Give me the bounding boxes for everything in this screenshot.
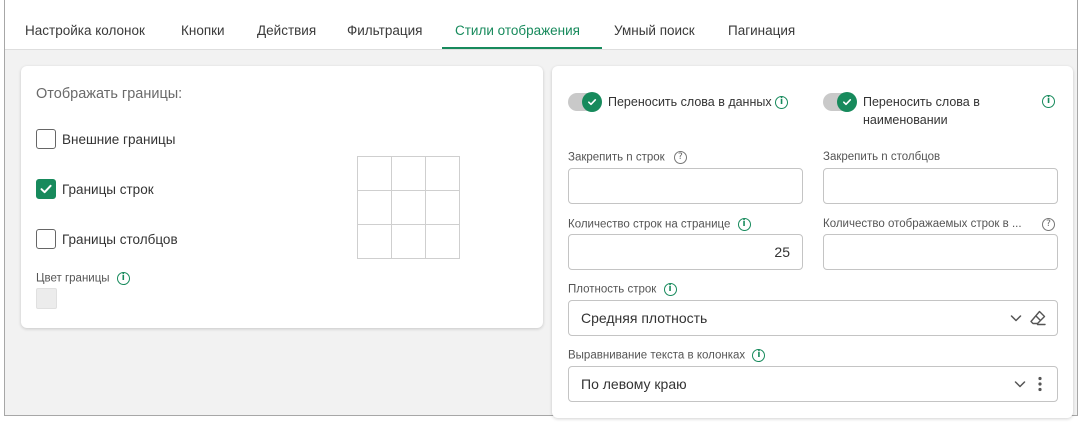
chevron-down-icon[interactable] xyxy=(1013,377,1027,391)
checkbox-label: Границы строк xyxy=(62,181,154,197)
toggle-knob xyxy=(837,92,857,112)
rows-per-page-label: Количество строк на странице i xyxy=(568,218,751,231)
help-icon[interactable]: ? xyxy=(673,151,687,164)
wrap-data-toggle[interactable] xyxy=(568,92,602,112)
active-tab-indicator xyxy=(442,47,602,49)
wrap-headers-toggle[interactable] xyxy=(823,92,857,112)
grid-cell xyxy=(390,224,427,260)
checkbox-label: Внешние границы xyxy=(62,131,176,147)
outer-borders-checkbox[interactable]: Внешние границы xyxy=(36,129,175,149)
checkbox-box-checked[interactable] xyxy=(36,179,56,199)
wrap-data-label: Переносить слова в данных i xyxy=(608,93,789,111)
freeze-cols-input[interactable] xyxy=(823,168,1058,204)
checkbox-box[interactable] xyxy=(36,229,56,249)
freeze-rows-input[interactable] xyxy=(568,168,803,204)
chevron-down-icon[interactable] xyxy=(1009,311,1023,325)
tab-content: Отображать границы: Внешние границы Гран… xyxy=(5,50,1077,418)
select-icons xyxy=(1009,309,1047,327)
settings-window: Настройка колонок Кнопки Действия Фильтр… xyxy=(4,0,1078,418)
grid-cell xyxy=(356,224,392,260)
tab-display-styles[interactable]: Стили отображения xyxy=(455,23,580,38)
info-icon[interactable]: i xyxy=(737,218,751,231)
checkbox-label: Границы столбцов xyxy=(62,231,178,247)
tab-buttons[interactable]: Кнопки xyxy=(181,23,225,38)
info-icon[interactable]: i xyxy=(663,283,677,296)
display-settings-card: Переносить слова в данных i Переносить с… xyxy=(552,66,1073,418)
toggle-knob xyxy=(582,92,602,112)
check-icon xyxy=(843,99,852,106)
visible-rows-label: Количество отображаемых строк в ... xyxy=(823,218,1022,230)
alignment-select[interactable]: По левому краю xyxy=(568,366,1058,402)
check-icon xyxy=(40,184,52,194)
rows-per-page-input[interactable]: 25 xyxy=(568,234,803,270)
tab-actions[interactable]: Действия xyxy=(257,23,316,38)
density-label: Плотность строк i xyxy=(568,283,677,296)
grid-cell xyxy=(425,224,461,260)
grid-cell xyxy=(390,189,427,226)
check-icon xyxy=(588,99,597,106)
tab-column-settings[interactable]: Настройка колонок xyxy=(25,23,145,38)
info-icon[interactable]: i xyxy=(116,272,130,285)
grid-cell xyxy=(356,189,392,226)
tab-pagination[interactable]: Пагинация xyxy=(728,23,795,38)
column-borders-checkbox[interactable]: Границы столбцов xyxy=(36,229,178,249)
select-icons xyxy=(1013,375,1047,393)
borders-card: Отображать границы: Внешние границы Гран… xyxy=(21,66,543,328)
input-value: 25 xyxy=(774,244,790,260)
row-borders-checkbox[interactable]: Границы строк xyxy=(36,179,154,199)
grid-cell xyxy=(425,155,461,191)
eraser-icon[interactable] xyxy=(1029,309,1047,327)
alignment-label: Выравнивание текста в колонках i xyxy=(568,349,766,362)
borders-title: Отображать границы: xyxy=(36,86,183,102)
checkbox-box[interactable] xyxy=(36,129,56,149)
border-color-swatch[interactable] xyxy=(36,288,57,309)
select-value: Средняя плотность xyxy=(581,310,708,326)
info-icon[interactable]: i xyxy=(752,349,766,362)
help-icon[interactable]: ? xyxy=(1042,218,1055,231)
freeze-cols-label: Закрепить n столбцов xyxy=(823,151,941,163)
info-icon[interactable]: i xyxy=(1042,95,1055,108)
grid-cell xyxy=(390,155,427,191)
visible-rows-input[interactable] xyxy=(823,234,1058,270)
select-value: По левому краю xyxy=(581,376,687,392)
tab-bar: Настройка колонок Кнопки Действия Фильтр… xyxy=(5,0,1077,50)
more-vertical-icon[interactable] xyxy=(1033,375,1047,393)
info-icon[interactable]: i xyxy=(775,96,789,110)
tab-smart-search[interactable]: Умный поиск xyxy=(614,23,695,38)
grid-cell xyxy=(356,155,392,191)
tab-filtering[interactable]: Фильтрация xyxy=(347,23,422,38)
grid-cell xyxy=(425,189,461,226)
border-preview-grid xyxy=(356,155,461,260)
freeze-rows-label: Закрепить n строк ? xyxy=(568,151,687,164)
wrap-headers-label: Переносить слова в наименовании xyxy=(863,95,980,127)
border-color-label: Цвет границы i xyxy=(36,272,130,285)
density-select[interactable]: Средняя плотность xyxy=(568,300,1058,336)
